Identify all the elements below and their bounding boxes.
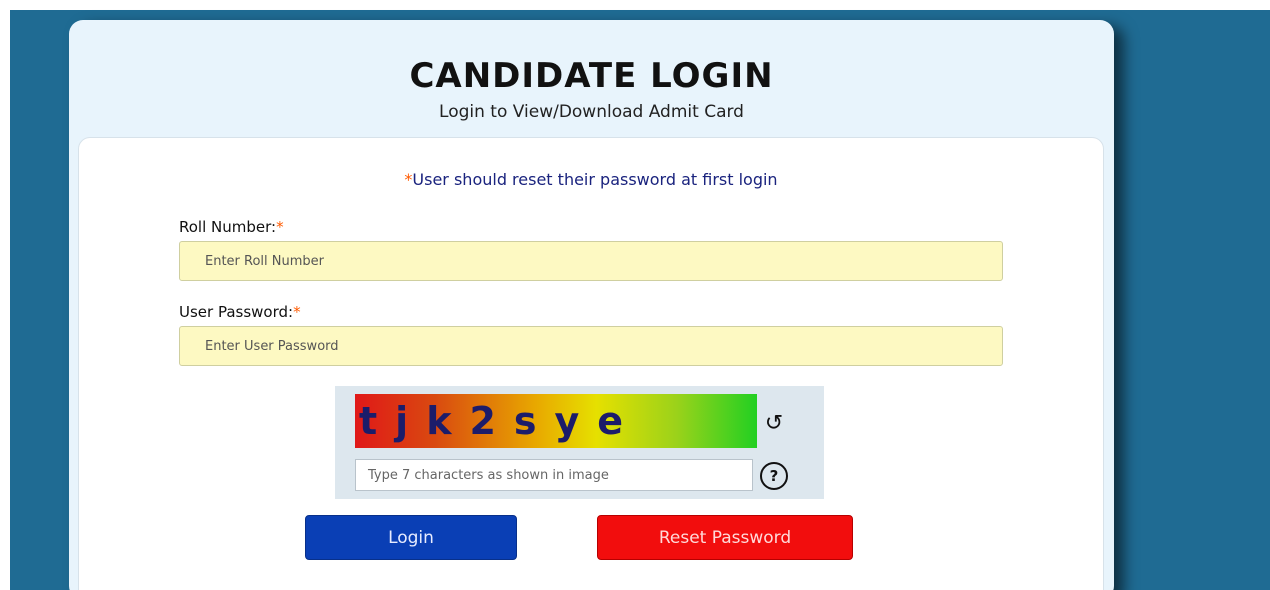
required-star: * bbox=[276, 218, 284, 236]
password-label: User Password:* bbox=[179, 303, 301, 321]
reset-password-button[interactable]: Reset Password bbox=[597, 515, 853, 560]
captcha-input[interactable]: Type 7 characters as shown in image bbox=[355, 459, 753, 491]
notice-text: User should reset their password at firs… bbox=[412, 170, 778, 189]
required-star: * bbox=[293, 303, 301, 321]
captcha-image: tjk2sye bbox=[355, 394, 757, 448]
help-icon[interactable]: ? bbox=[760, 462, 788, 490]
roll-number-label-text: Roll Number: bbox=[179, 218, 277, 236]
login-form: * User should reset their password at fir… bbox=[78, 137, 1104, 590]
captcha-placeholder: Type 7 characters as shown in image bbox=[368, 467, 609, 483]
refresh-icon[interactable]: ↺ bbox=[757, 406, 791, 440]
password-label-text: User Password: bbox=[179, 303, 294, 321]
captcha-panel: tjk2sye ↺ Type 7 characters as shown in … bbox=[335, 386, 824, 499]
login-card: CANDIDATE LOGIN Login to View/Download A… bbox=[69, 20, 1114, 590]
login-button[interactable]: Login bbox=[305, 515, 517, 560]
page-title: CANDIDATE LOGIN bbox=[409, 56, 774, 96]
reset-notice: *User should reset their password at fir… bbox=[79, 170, 1103, 189]
page-subtitle: Login to View/Download Admit Card bbox=[439, 102, 744, 122]
roll-number-label: Roll Number:* bbox=[179, 218, 284, 236]
roll-number-placeholder: Enter Roll Number bbox=[205, 253, 325, 269]
captcha-text: tjk2sye bbox=[359, 399, 642, 443]
roll-number-input[interactable]: Enter Roll Number bbox=[179, 241, 1003, 281]
password-input[interactable]: Enter User Password bbox=[179, 326, 1003, 366]
password-placeholder: Enter User Password bbox=[205, 338, 339, 354]
